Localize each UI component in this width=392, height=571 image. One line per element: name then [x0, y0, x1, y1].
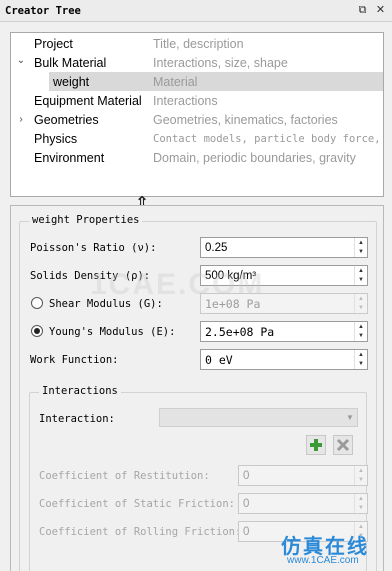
chevron-down-icon[interactable]: ⌄: [15, 55, 27, 66]
spin-down-icon[interactable]: ▼: [355, 248, 367, 258]
static-friction-spinbox: 0 ▲ ▼: [238, 493, 368, 514]
poisson-ratio-value[interactable]: 0.25: [201, 242, 354, 254]
tree-item-description: Interactions: [153, 93, 218, 108]
youngs-modulus-label: Young's Modulus (E):: [49, 326, 176, 338]
tree-item-label: Environment: [34, 150, 105, 165]
group-title: weight Properties: [29, 214, 143, 226]
watermark-url: www.1CAE.com: [287, 555, 359, 566]
spin-up-icon[interactable]: ▲: [355, 350, 367, 360]
close-icon[interactable]: ✕: [374, 4, 387, 17]
tree-item-label: Physics: [34, 131, 78, 146]
tree-item-label: Geometries: [34, 112, 99, 127]
poisson-ratio-spinbox[interactable]: 0.25 ▲ ▼: [200, 237, 368, 258]
remove-interaction-button: [333, 435, 353, 455]
tree-item-description: Title, description: [153, 36, 244, 51]
tree-item-label: Equipment Material: [34, 93, 142, 108]
add-interaction-button[interactable]: [306, 435, 326, 455]
tree-item-label: Bulk Material: [34, 55, 107, 70]
panel-title-bar: Creator Tree ⧉ ✕: [0, 0, 392, 22]
watermark-center: 1CAE.COM: [90, 268, 265, 301]
spin-arrows: ▲ ▼: [354, 294, 367, 313]
spin-down-icon: ▼: [358, 305, 364, 312]
restitution-value: 0: [243, 469, 250, 482]
spin-up-icon[interactable]: ▲: [355, 322, 367, 332]
tree-item-equipment-material[interactable]: Equipment Material Interactions: [11, 91, 383, 110]
spin-arrows: ▲ ▼: [354, 466, 367, 485]
spin-arrows[interactable]: ▲ ▼: [354, 266, 367, 285]
spin-arrows[interactable]: ▲ ▼: [354, 350, 367, 369]
spin-up-icon: ▲: [358, 295, 364, 302]
youngs-modulus-value[interactable]: 2.5e+08 Pa: [201, 325, 354, 339]
tree-item-weight[interactable]: weight Material: [49, 72, 383, 91]
interaction-label: Interaction:: [39, 413, 115, 425]
work-function-spinbox[interactable]: 0 eV ▲ ▼: [200, 349, 368, 370]
spin-down-icon[interactable]: ▼: [355, 276, 367, 286]
spin-up-icon[interactable]: ▲: [355, 266, 367, 276]
spin-arrows: ▲ ▼: [354, 494, 367, 513]
shear-modulus-radio[interactable]: [31, 297, 43, 309]
youngs-modulus-radio[interactable]: [31, 325, 43, 337]
interaction-select: ▼: [159, 408, 358, 427]
remove-icon: [336, 438, 350, 452]
properties-panel: weight Properties Poisson's Ratio (ν): 0…: [10, 205, 384, 571]
tree-item-label: Project: [34, 36, 73, 51]
spin-up-icon: ▲: [358, 467, 364, 474]
work-function-value[interactable]: 0 eV: [201, 353, 354, 367]
spin-down-icon[interactable]: ▼: [355, 360, 367, 370]
spin-arrows[interactable]: ▲ ▼: [354, 238, 367, 257]
poisson-ratio-label: Poisson's Ratio (ν):: [30, 242, 157, 254]
spin-up-icon[interactable]: ▲: [355, 238, 367, 248]
restitution-label: Coefficient of Restitution:: [39, 470, 210, 482]
tree-item-physics[interactable]: Physics Contact models, particle body fo…: [11, 129, 383, 148]
tree-item-project[interactable]: Project Title, description: [11, 34, 383, 53]
tree-item-description: Material: [153, 74, 198, 89]
chevron-right-icon[interactable]: ›: [15, 114, 27, 125]
creator-tree[interactable]: Project Title, description ⌄ Bulk Materi…: [10, 32, 384, 197]
spin-up-icon: ▲: [358, 495, 364, 502]
tree-item-description: Geometries, kinematics, factories: [153, 112, 338, 127]
youngs-modulus-spinbox[interactable]: 2.5e+08 Pa ▲ ▼: [200, 321, 368, 342]
restitution-spinbox: 0 ▲ ▼: [238, 465, 368, 486]
plus-icon: [310, 439, 322, 451]
static-friction-value: 0: [243, 497, 250, 510]
panel-title: Creator Tree: [5, 4, 81, 17]
rolling-friction-label: Coefficient of Rolling Friction:: [39, 526, 242, 538]
tree-item-description: Contact models, particle body force,…: [153, 132, 379, 145]
interactions-group-title: Interactions: [39, 385, 121, 397]
tree-item-environment[interactable]: Environment Domain, periodic boundaries,…: [11, 148, 383, 167]
static-friction-label: Coefficient of Static Friction:: [39, 498, 235, 510]
tree-item-label: weight: [53, 74, 90, 89]
tree-item-description: Domain, periodic boundaries, gravity: [153, 150, 356, 165]
tree-item-bulk-material[interactable]: ⌄ Bulk Material Interactions, size, shap…: [11, 53, 383, 72]
float-icon[interactable]: ⧉: [356, 4, 369, 17]
tree-item-geometries[interactable]: › Geometries Geometries, kinematics, fac…: [11, 110, 383, 129]
spin-down-icon[interactable]: ▼: [355, 332, 367, 342]
chevron-down-icon: ▼: [346, 413, 354, 422]
spin-arrows[interactable]: ▲ ▼: [354, 322, 367, 341]
spin-down-icon: ▼: [358, 477, 364, 484]
tree-item-description: Interactions, size, shape: [153, 55, 288, 70]
work-function-label: Work Function:: [30, 354, 119, 366]
spin-down-icon: ▼: [358, 505, 364, 512]
